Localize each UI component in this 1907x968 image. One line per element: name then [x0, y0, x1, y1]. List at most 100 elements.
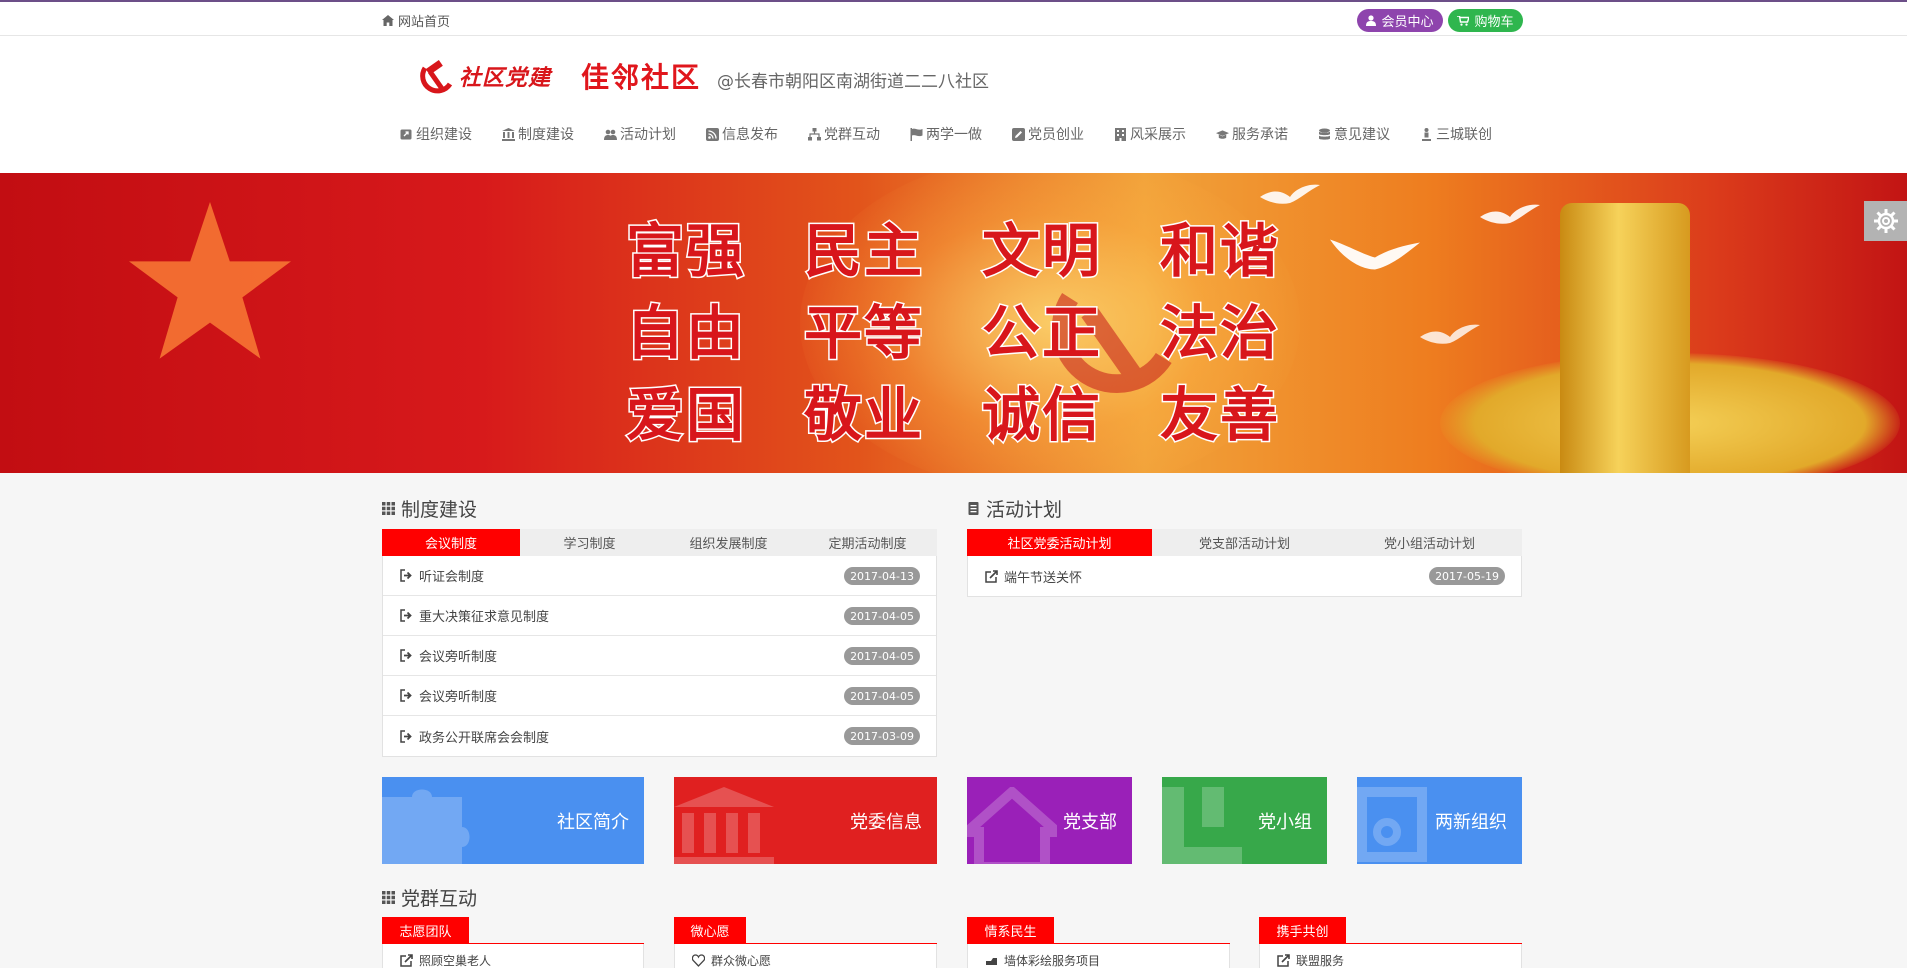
nav-label: 活动计划 [620, 127, 676, 143]
nav-item-two-learn[interactable]: 两学一做 [910, 124, 982, 144]
tab-co-create[interactable]: 携手共创 [1259, 917, 1346, 944]
list-item[interactable]: 听证会制度 2017-04-13 [383, 556, 936, 596]
tile-party-group[interactable]: 党小组 [1162, 777, 1327, 864]
item-title: 会议旁听制度 [419, 650, 498, 665]
tile-new-orgs[interactable]: 两新组织 [1357, 777, 1522, 864]
nav-item-interaction[interactable]: 党群互动 [808, 124, 880, 144]
tab-committee-plan[interactable]: 社区党委活动计划 [967, 529, 1152, 556]
sign-out-icon [400, 569, 412, 582]
gear-icon [1873, 209, 1898, 233]
user-icon [1366, 15, 1377, 26]
dove-icon [1260, 184, 1320, 204]
huabiao-pillar [1560, 203, 1690, 473]
tab-meeting-system[interactable]: 会议制度 [382, 529, 520, 556]
tab-micro-wish[interactable]: 微心愿 [674, 917, 746, 944]
dove-icon [1330, 239, 1420, 270]
tab-study-system[interactable]: 学习制度 [520, 529, 659, 556]
cart-icon [1457, 15, 1470, 26]
nav-item-activity[interactable]: 活动计划 [604, 124, 676, 144]
activity-list: 端午节送关怀 2017-05-19 [967, 556, 1522, 597]
date-badge: 2017-03-09 [844, 727, 920, 745]
list-item[interactable]: 政务公开联席会会制度 2017-03-09 [383, 716, 936, 756]
external-link-icon [985, 569, 998, 583]
member-center-button[interactable]: 会员中心 [1357, 9, 1443, 32]
date-badge: 2017-04-05 [844, 687, 920, 705]
tab-regular-activity[interactable]: 定期活动制度 [798, 529, 937, 556]
tab-branch-plan[interactable]: 党支部活动计划 [1152, 529, 1337, 556]
person-icon [1422, 127, 1431, 141]
logo-party-text: 社区党建 [459, 65, 552, 91]
tile-label: 党委信息 [850, 811, 922, 833]
rss-icon [706, 127, 719, 141]
nav-item-startup[interactable]: 党员创业 [1012, 124, 1084, 144]
nav-item-system[interactable]: 制度建设 [502, 124, 574, 144]
cart-button[interactable]: 购物车 [1448, 9, 1523, 32]
tab-livelihood[interactable]: 情系民生 [967, 917, 1054, 944]
tile-community-intro[interactable]: 社区简介 [382, 777, 644, 864]
list-item[interactable]: 照顾空巢老人 [383, 944, 643, 968]
home-link[interactable]: 网站首页 [382, 11, 450, 30]
nav-item-suggestion[interactable]: 意见建议 [1318, 124, 1390, 144]
nav-label: 党员创业 [1028, 127, 1084, 143]
list-item[interactable]: 群众微心愿 [675, 944, 936, 968]
member-center-label: 会员中心 [1381, 15, 1434, 30]
list-item[interactable]: 会议旁听制度 2017-04-05 [383, 636, 936, 676]
institution-icon [502, 127, 515, 141]
nav-label: 组织建设 [416, 127, 472, 143]
star-icon [129, 202, 291, 359]
nav-item-showcase[interactable]: 风采展示 [1114, 124, 1186, 144]
slogan: 诚信 [981, 380, 1103, 451]
list-item[interactable]: 端午节送关怀 2017-05-19 [968, 556, 1521, 596]
nav-label: 意见建议 [1334, 127, 1390, 143]
list-item[interactable]: 墙体彩绘服务项目 [968, 944, 1229, 968]
item-title: 墙体彩绘服务项目 [1004, 954, 1101, 968]
nav-label: 风采展示 [1130, 127, 1186, 143]
settings-button[interactable] [1864, 201, 1907, 241]
puzzle-icon [382, 789, 470, 864]
nav-label: 信息发布 [722, 127, 778, 143]
slogan: 友善 [1159, 380, 1281, 451]
slogan: 敬业 [803, 380, 925, 451]
grid-icon [382, 891, 395, 904]
list-item[interactable]: 联盟服务 [1260, 944, 1521, 968]
external-link-icon [1277, 954, 1290, 967]
date-badge: 2017-04-13 [844, 567, 920, 585]
list-item[interactable]: 会议旁听制度 2017-04-05 [383, 676, 936, 716]
micro-wish-list: 群众微心愿 [674, 944, 937, 968]
list-item[interactable]: 重大决策征求意见制度 2017-04-05 [383, 596, 936, 636]
nav-item-info[interactable]: 信息发布 [706, 124, 778, 144]
building-icon [1115, 127, 1126, 141]
nav-item-three-city[interactable]: 三城联创 [1420, 124, 1492, 144]
livelihood-list: 墙体彩绘服务项目 [967, 944, 1230, 968]
tab-org-development[interactable]: 组织发展制度 [659, 529, 798, 556]
nav-label: 三城联创 [1436, 127, 1492, 143]
item-title: 会议旁听制度 [419, 690, 498, 705]
site-logo[interactable]: 社区党建 佳邻社区 @长春市朝阳区南湖街道二二八社区 [417, 56, 989, 96]
logo-location: @长春市朝阳区南湖街道二二八社区 [717, 71, 990, 92]
system-tabs: 会议制度 学习制度 组织发展制度 定期活动制度 [382, 529, 937, 556]
institution-icon [674, 787, 774, 864]
nav-label: 党群互动 [824, 127, 880, 143]
flag-icon [910, 127, 923, 141]
item-title: 政务公开联席会会制度 [419, 730, 550, 746]
nav-label: 两学一做 [926, 127, 982, 143]
item-title: 重大决策征求意见制度 [419, 610, 550, 625]
grid-icon [1162, 787, 1242, 864]
tab-group-plan[interactable]: 党小组活动计划 [1337, 529, 1522, 556]
sign-out-icon [400, 729, 412, 743]
item-title: 听证会制度 [419, 570, 485, 585]
item-title: 照顾空巢老人 [419, 954, 492, 968]
interaction-title: 党群互动 [401, 888, 478, 910]
external-link-icon [400, 954, 413, 967]
home-icon [382, 15, 394, 26]
tab-volunteer-team[interactable]: 志愿团队 [382, 917, 469, 944]
tile-party-branch[interactable]: 党支部 [967, 777, 1132, 864]
tile-label: 党小组 [1258, 811, 1312, 833]
item-title: 群众微心愿 [711, 954, 772, 968]
date-badge: 2017-04-05 [844, 647, 920, 665]
slogan: 和谐 [1159, 216, 1281, 287]
tile-committee-info[interactable]: 党委信息 [674, 777, 937, 864]
interaction-section-title: 党群互动 [382, 884, 477, 911]
nav-item-organization[interactable]: 组织建设 [400, 124, 472, 144]
nav-item-service[interactable]: 服务承诺 [1216, 124, 1288, 144]
